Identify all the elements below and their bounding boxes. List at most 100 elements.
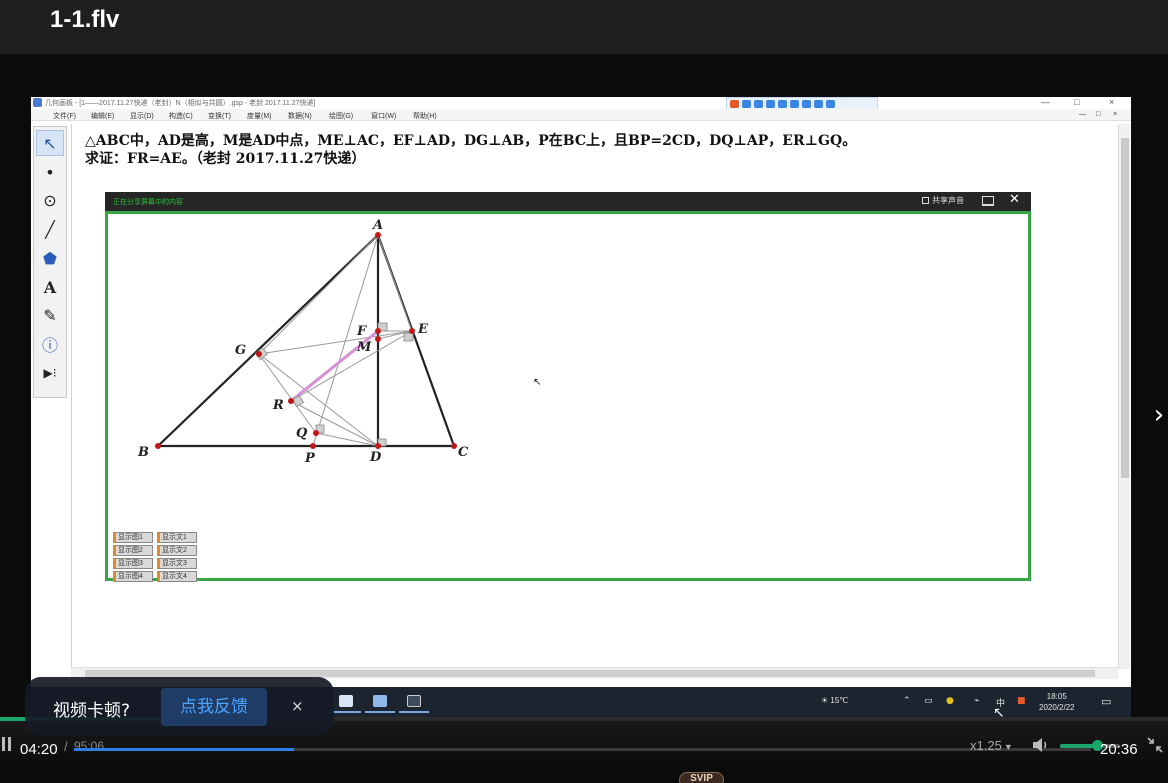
menu-data: 数据(N) xyxy=(288,113,312,120)
point-m xyxy=(375,336,381,342)
segment-ge xyxy=(258,330,413,355)
gsp-app-icon xyxy=(33,98,42,107)
ime-keyboard-icon xyxy=(790,99,799,108)
doc-minimize-button: — xyxy=(1079,111,1086,118)
caret-down-icon: ▼ xyxy=(1003,742,1013,752)
pause-icon[interactable] xyxy=(2,737,12,751)
tray-chevron-icon: ⌃ xyxy=(903,696,911,706)
segment-dq xyxy=(315,432,379,447)
tray-network-icon: ⌁ xyxy=(974,696,980,706)
gsp-minimize-button: — xyxy=(1041,97,1050,107)
segment-er xyxy=(290,330,413,402)
volume-icon[interactable] xyxy=(1032,737,1050,753)
vertical-scroll-thumb xyxy=(1121,138,1129,478)
menu-construct: 构造(C) xyxy=(169,113,193,120)
feedback-question: 视频卡顿? xyxy=(53,701,131,721)
weather-temperature: ☀ 15℃ xyxy=(821,696,849,705)
end-time: 20:36 xyxy=(1100,741,1138,758)
show-text-1-button: 显示文1 xyxy=(157,532,197,543)
label-e: E xyxy=(417,322,429,337)
information-tool: ⓘ xyxy=(41,336,58,355)
mouse-pointer-icon: ↖ xyxy=(533,377,542,388)
vertical-scrollbar xyxy=(1118,124,1130,669)
point-r xyxy=(288,398,294,404)
close-icon[interactable]: × xyxy=(291,697,304,715)
ime-user-icon xyxy=(802,99,811,108)
clock-date: 2020/2/22 xyxy=(1039,703,1075,712)
seek-bar[interactable] xyxy=(74,748,1091,751)
checkbox-icon xyxy=(922,197,929,204)
ime-logo-icon xyxy=(730,99,739,108)
show-figure-2-button: 显示图2 xyxy=(113,545,153,556)
point-c xyxy=(451,443,457,449)
menu-graph: 绘图(G) xyxy=(329,113,354,120)
feedback-popup: 视频卡顿? 点我反馈 × xyxy=(25,677,334,735)
clock-time: 18:05 xyxy=(1046,692,1067,701)
ime-grid-icon xyxy=(826,99,835,108)
taskbar-mouse-pointer-icon: ↖ xyxy=(993,705,1005,717)
current-time: 04:20 xyxy=(20,741,58,758)
segment-gq xyxy=(258,353,317,434)
label-f: F xyxy=(356,324,367,339)
label-b: B xyxy=(137,445,149,460)
show-text-4-button: 显示文4 xyxy=(157,571,197,582)
gsp-menu-bar: 文件(F) 编辑(E) 显示(D) 构造(C) 变换(T) 度量(M) 数据(N… xyxy=(31,109,1131,121)
menu-measure: 度量(M) xyxy=(247,113,272,120)
share-header: 正在分享屏幕中的内容 共享声音 ✕ xyxy=(105,192,1031,211)
menu-display: 显示(D) xyxy=(130,113,154,120)
show-figure-3-button: 显示图3 xyxy=(113,558,153,569)
seek-bar-fill xyxy=(74,748,294,751)
notification-icon: ▭ xyxy=(1101,695,1112,708)
label-m: M xyxy=(356,340,372,355)
polygon-tool: ⬟ xyxy=(43,248,57,268)
file-title: 1-1.flv xyxy=(50,6,120,33)
screen-app-icon xyxy=(399,691,429,713)
playback-speed-label: x1.25 xyxy=(970,738,1002,753)
show-text-3-button: 显示文3 xyxy=(157,558,197,569)
player-title-bar: 1-1.flv xyxy=(0,0,1168,54)
chevron-right-icon[interactable]: › xyxy=(1146,398,1168,432)
label-r: R xyxy=(272,398,284,413)
point-p xyxy=(310,443,316,449)
file-explorer-icon xyxy=(331,691,361,713)
geometry-figure: A B C D E F G M P Q R xyxy=(137,218,469,466)
screen-share-window: 正在分享屏幕中的内容 共享声音 ✕ A B C D E F G M P Q R … xyxy=(105,192,1031,582)
straightedge-tool: ╱ xyxy=(45,219,55,239)
show-figure-1-button: 显示图1 xyxy=(113,532,153,543)
taskbar-clock: 18:05 2020/2/22 xyxy=(1039,691,1075,713)
gsp-maximize-button: □ xyxy=(1074,97,1080,107)
share-content: A B C D E F G M P Q R 显示图1 显示文1 显示图2 显示文… xyxy=(105,211,1031,582)
menu-window: 窗口(W) xyxy=(371,113,397,120)
ime-voice-icon xyxy=(778,99,787,108)
label-c: C xyxy=(458,445,469,460)
problem-statement: △ABC中，AD是高，M是AD中点，ME⊥AC，EF⊥AD，DG⊥AB，P在BC… xyxy=(85,132,856,168)
tray-app-icon: ● xyxy=(946,696,954,706)
gsp-window-title: 几何画板 - [1——2017.11.27快递（老封）N（相似与共圆）.gsp … xyxy=(45,100,316,107)
time-separator: / xyxy=(64,739,68,754)
tray-battery-icon: ▭ xyxy=(924,696,933,706)
point-tool: • xyxy=(45,162,55,182)
point-g xyxy=(256,351,262,357)
ime-emoji-icon xyxy=(766,99,775,108)
doc-maximize-button: □ xyxy=(1096,111,1101,118)
exit-fullscreen-icon[interactable] xyxy=(1146,736,1164,754)
compass-tool: ⊙ xyxy=(43,190,57,210)
share-audio-label: 共享声音 xyxy=(932,196,964,205)
label-q: Q xyxy=(296,426,308,441)
selection-arrow-tool: ↖ xyxy=(36,130,64,156)
point-b xyxy=(155,443,161,449)
ime-punctuation-icon xyxy=(754,99,763,108)
point-e xyxy=(409,328,415,334)
custom-tool: ▶⁝ xyxy=(43,366,57,380)
doc-close-button: × xyxy=(1113,111,1118,118)
show-text-2-button: 显示文2 xyxy=(157,545,197,556)
weather-text: 15℃ xyxy=(830,696,849,705)
right-angle-e xyxy=(403,332,414,342)
point-f xyxy=(375,328,381,334)
problem-line-2: 求证：FR=AE。（老封 2017.11.27快递） xyxy=(85,151,366,167)
point-q xyxy=(313,430,319,436)
video-frame[interactable]: 几何画板 - [1——2017.11.27快递（老封）N（相似与共圆）.gsp … xyxy=(31,97,1131,717)
feedback-button[interactable]: 点我反馈 xyxy=(161,688,267,726)
playback-speed-selector[interactable]: x1.25 ▼ xyxy=(970,738,1013,753)
svip-badge[interactable]: SVIP xyxy=(679,772,724,783)
